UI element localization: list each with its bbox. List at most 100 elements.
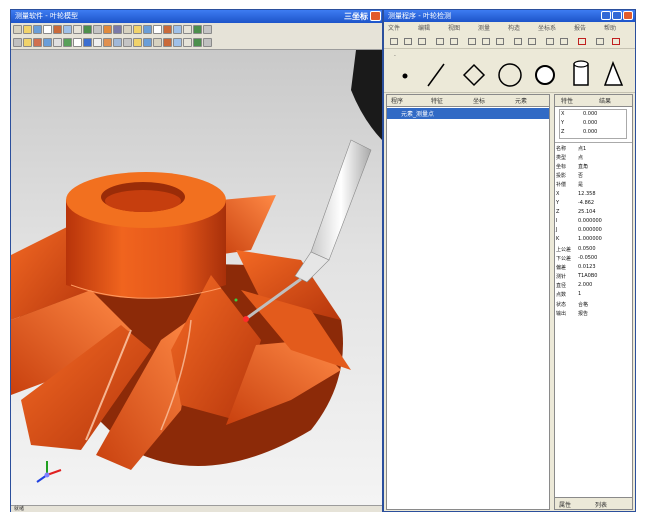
property-row[interactable]: Z 25.104 [555, 209, 632, 218]
new-icon[interactable] [13, 25, 22, 34]
tab-element[interactable]: 元素 [515, 96, 527, 105]
copy-icon[interactable] [482, 38, 490, 45]
rotate-icon[interactable] [113, 25, 122, 34]
report-icon[interactable] [578, 38, 586, 45]
export-icon[interactable] [113, 38, 122, 47]
menu-measure[interactable]: 测量 [478, 23, 490, 32]
run-icon[interactable] [436, 38, 444, 45]
measure-icon[interactable] [43, 38, 52, 47]
undo-icon[interactable] [83, 25, 92, 34]
zoom-icon[interactable] [103, 25, 112, 34]
view-iso-icon[interactable] [173, 25, 182, 34]
probe-icon[interactable] [53, 38, 62, 47]
import-icon[interactable] [103, 38, 112, 47]
tab-list[interactable]: 列表 [595, 500, 607, 509]
cone-icon[interactable] [603, 60, 624, 86]
maximize-icon[interactable] [612, 11, 622, 20]
property-row[interactable]: 测针 T1A0B0 [555, 273, 632, 282]
menu-edit[interactable]: 编辑 [418, 23, 430, 32]
point-icon[interactable] [402, 73, 408, 79]
label-icon[interactable] [183, 38, 192, 47]
layer-icon[interactable] [23, 38, 32, 47]
measurement-titlebar[interactable]: 测量程序 - 叶轮检测 [384, 10, 635, 22]
undo-icon[interactable] [514, 38, 522, 45]
save-icon[interactable] [33, 25, 42, 34]
property-row[interactable]: 状态 合格 [555, 301, 632, 310]
settings-icon[interactable] [596, 38, 604, 45]
property-row[interactable]: 补偿是 [555, 181, 632, 190]
sphere-icon[interactable] [535, 65, 555, 85]
light-icon[interactable] [203, 25, 212, 34]
grid-icon[interactable] [73, 38, 82, 47]
close-icon[interactable] [623, 11, 633, 20]
property-row[interactable]: J 0.000000 [555, 227, 632, 236]
redo-icon[interactable] [528, 38, 536, 45]
section-icon[interactable] [123, 38, 132, 47]
property-row[interactable]: 下公差 -0.0500 [555, 255, 632, 264]
cad-titlebar[interactable]: 测量软件 - 叶轮模型 三坐标 [11, 10, 382, 23]
property-row[interactable]: 点数 1 [555, 291, 632, 300]
tab-program[interactable]: 程序 [391, 96, 403, 105]
property-row[interactable]: 直径 2.000 [555, 282, 632, 291]
property-row[interactable]: Y -4.862 [555, 200, 632, 209]
color-icon[interactable] [33, 38, 42, 47]
pan-icon[interactable] [123, 25, 132, 34]
help-icon[interactable] [203, 38, 212, 47]
property-row[interactable]: 坐标 直角 [555, 163, 632, 172]
property-row[interactable]: I 0.000000 [555, 218, 632, 227]
fit-icon[interactable] [133, 25, 142, 34]
cut-icon[interactable] [53, 25, 62, 34]
redo-icon[interactable] [93, 25, 102, 34]
paste-icon[interactable] [496, 38, 504, 45]
view-side-icon[interactable] [163, 25, 172, 34]
property-row[interactable]: 偏差 0.0123 [555, 264, 632, 273]
menu-view[interactable]: 视图 [448, 23, 460, 32]
tab-properties[interactable]: 特性 [561, 96, 573, 105]
menu-construct[interactable]: 构造 [508, 23, 520, 32]
menu-alignment[interactable]: 坐标系 [538, 23, 556, 32]
settings-icon[interactable] [93, 38, 102, 47]
tree-item-selected[interactable]: 元素_测量点 [387, 108, 549, 119]
new-icon[interactable] [390, 38, 398, 45]
plane-icon[interactable] [462, 63, 486, 87]
simulate-icon[interactable] [163, 38, 172, 47]
clip-icon[interactable] [173, 38, 182, 47]
probe-icon[interactable] [546, 38, 554, 45]
close-icon[interactable] [370, 11, 381, 21]
snap-icon[interactable] [133, 38, 142, 47]
view-front-icon[interactable] [143, 25, 152, 34]
transform-icon[interactable] [193, 38, 202, 47]
menu-help[interactable]: 帮助 [604, 23, 616, 32]
axis-icon[interactable] [63, 38, 72, 47]
property-row[interactable]: 输出 报告 [555, 310, 632, 319]
collision-icon[interactable] [153, 38, 162, 47]
view-top-icon[interactable] [153, 25, 162, 34]
menu-file[interactable]: 文件 [388, 23, 400, 32]
cut-icon[interactable] [468, 38, 476, 45]
paste-icon[interactable] [73, 25, 82, 34]
property-row[interactable]: X 12.358 [555, 191, 632, 200]
property-row[interactable]: K 1.000000 [555, 236, 632, 245]
open-icon[interactable] [23, 25, 32, 34]
property-row[interactable]: 类型点 [555, 154, 632, 163]
cad-viewport[interactable] [11, 50, 382, 505]
sphere-view-icon[interactable] [83, 38, 92, 47]
minimize-icon[interactable] [601, 11, 611, 20]
path-icon[interactable] [143, 38, 152, 47]
tab-attributes[interactable]: 属性 [559, 500, 571, 509]
shaded-icon[interactable] [193, 25, 202, 34]
circle-icon[interactable] [498, 63, 522, 87]
select-icon[interactable] [13, 38, 22, 47]
tab-feature[interactable]: 特征 [431, 96, 443, 105]
open-icon[interactable] [404, 38, 412, 45]
copy-icon[interactable] [63, 25, 72, 34]
path-icon[interactable] [560, 38, 568, 45]
stop-icon[interactable] [450, 38, 458, 45]
tab-results[interactable]: 结果 [599, 96, 611, 105]
property-row[interactable]: 投影否 [555, 172, 632, 181]
menu-report[interactable]: 报告 [574, 23, 586, 32]
save-icon[interactable] [418, 38, 426, 45]
print-icon[interactable] [43, 25, 52, 34]
wireframe-icon[interactable] [183, 25, 192, 34]
property-row[interactable]: 名称 点1 [555, 145, 632, 154]
